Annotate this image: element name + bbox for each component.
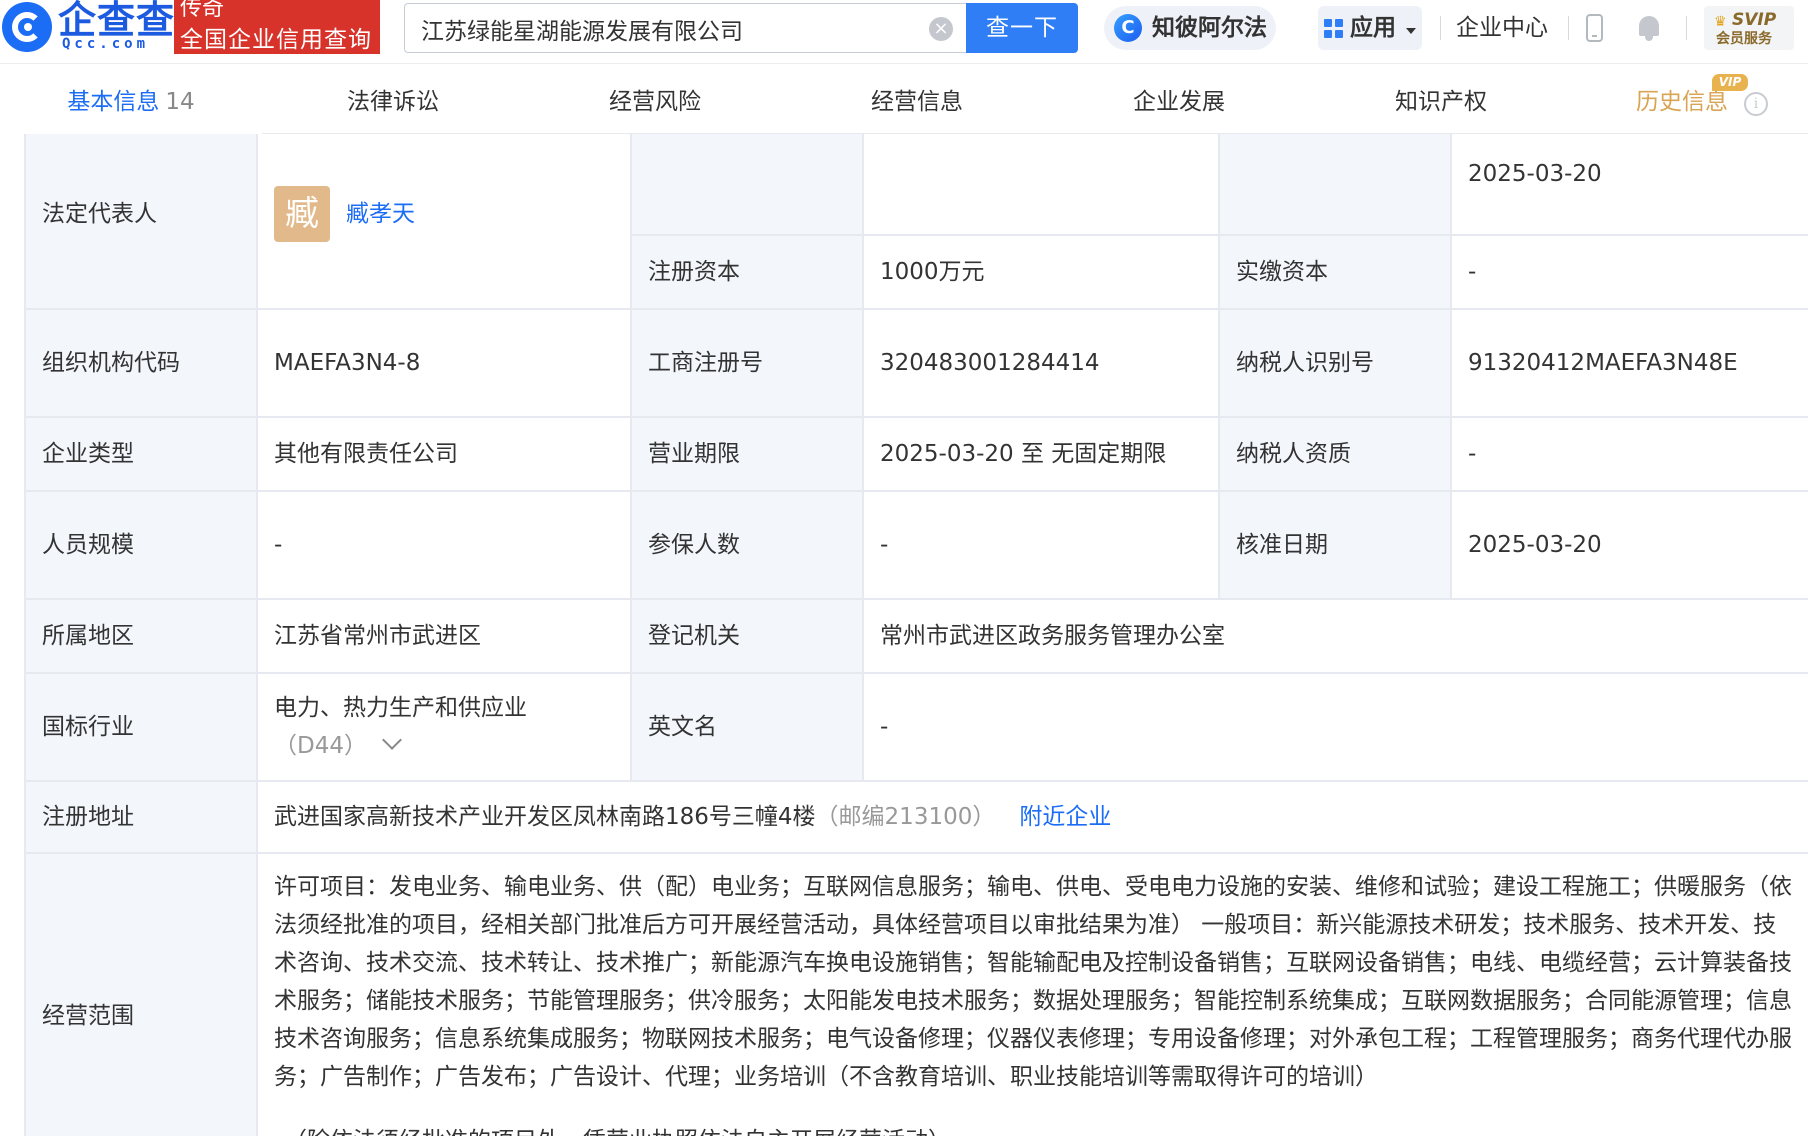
approval-date-value: 2025-03-20	[1450, 490, 1808, 600]
english-name-value: -	[862, 672, 1808, 782]
region-value: 江苏省常州市武进区	[256, 598, 632, 674]
vip-tag: VIP	[1712, 74, 1748, 91]
legal-rep-label: 法定代表人	[24, 134, 258, 310]
nearby-companies-link[interactable]: 附近企业	[1019, 804, 1111, 830]
industry-code: （D44）	[274, 733, 367, 759]
business-scope-cell: 许可项目：发电业务、输电业务、供（配）电业务；互联网信息服务；输电、供电、受电电…	[256, 852, 1808, 1136]
info-icon[interactable]: i	[1744, 92, 1768, 116]
table-row: 所属地区 江苏省常州市武进区 登记机关 常州市武进区政务服务管理办公室	[24, 598, 1808, 674]
tab-legal-litigation[interactable]: 法律诉讼	[262, 70, 524, 134]
crown-icon: ♛	[1714, 14, 1727, 30]
logo-domain: Qcc.com	[62, 36, 150, 52]
svip-title: SVIP	[1732, 10, 1777, 30]
tab-business-risk[interactable]: 经营风险	[524, 70, 786, 134]
english-name-label: 英文名	[630, 672, 864, 782]
hidden-label-cell	[630, 134, 864, 236]
region-label: 所属地区	[24, 598, 258, 674]
tab-label: 基本信息	[67, 89, 160, 115]
hidden-label-cell	[1218, 134, 1452, 236]
search-box: ×	[404, 3, 966, 53]
business-scope-note: （除依法须经批准的项目外，凭营业执照依法自主开展经营活动）	[274, 1122, 1792, 1136]
zhibi-alpha-button[interactable]: C 知彼阿尔法	[1104, 6, 1276, 50]
reg-capital-value: 1000万元	[862, 234, 1220, 310]
tab-count: 14	[165, 89, 195, 115]
chevron-down-icon[interactable]	[382, 730, 402, 750]
business-scope-label: 经营范围	[24, 852, 258, 1136]
business-scope-text: 许可项目：发电业务、输电业务、供（配）电业务；互联网信息服务；输电、供电、受电电…	[274, 874, 1792, 1090]
zhibi-label: 知彼阿尔法	[1152, 15, 1267, 41]
search-input[interactable]	[421, 12, 911, 46]
mobile-phone-icon[interactable]	[1586, 14, 1603, 42]
company-type-value: 其他有限责任公司	[256, 416, 632, 492]
divider	[1686, 16, 1687, 40]
divider	[1568, 16, 1569, 40]
table-row: 经营范围 许可项目：发电业务、输电业务、供（配）电业务；互联网信息服务；输电、供…	[24, 852, 1808, 1136]
biz-term-label: 营业期限	[630, 416, 864, 492]
staff-size-label: 人员规模	[24, 490, 258, 600]
legal-rep-cell: 臧臧孝天	[256, 134, 632, 310]
badge-line1: 传奇	[180, 0, 225, 21]
taxpayer-qual-value: -	[1450, 416, 1808, 492]
postcode: （邮编213100）	[815, 804, 996, 830]
basic-info-table-wrapper: 法定代表人 臧臧孝天 2025-03-20 注册资本 1000万元 实缴资本 -…	[24, 134, 1808, 1136]
taxpayer-id-value: 91320412MAEFA3N48E	[1450, 308, 1808, 418]
grid-icon	[1324, 19, 1344, 39]
reg-authority-label: 登记机关	[630, 598, 864, 674]
basic-info-table: 法定代表人 臧臧孝天 2025-03-20 注册资本 1000万元 实缴资本 -…	[24, 134, 1808, 1136]
notification-bell-icon[interactable]	[1636, 14, 1662, 42]
company-type-label: 企业类型	[24, 416, 258, 492]
insured-count-value: -	[862, 490, 1220, 600]
divider	[1440, 16, 1441, 40]
reg-address-cell: 武进国家高新技术产业开发区凤林南路186号三幢4楼（邮编213100） 附近企业	[256, 780, 1808, 854]
insured-count-label: 参保人数	[630, 490, 864, 600]
badge-line2: 全国企业信用查询	[180, 27, 372, 53]
table-row: 人员规模 - 参保人数 - 核准日期 2025-03-20	[24, 490, 1808, 600]
tab-company-development[interactable]: 企业发展	[1048, 70, 1310, 134]
enterprise-center-link[interactable]: 企业中心	[1456, 10, 1548, 46]
paid-capital-value: -	[1450, 234, 1808, 310]
biz-reg-no-label: 工商注册号	[630, 308, 864, 418]
paid-capital-label: 实缴资本	[1218, 234, 1452, 310]
tab-business-info[interactable]: 经营信息	[786, 70, 1048, 134]
zhibi-logo-icon: C	[1114, 14, 1142, 42]
industry-cell: 电力、热力生产和供应业 （D44）	[256, 672, 632, 782]
legal-rep-avatar[interactable]: 臧	[274, 186, 330, 242]
clear-icon[interactable]: ×	[929, 17, 953, 41]
approval-date-label: 核准日期	[1218, 490, 1452, 600]
reg-capital-label: 注册资本	[630, 234, 864, 310]
svip-subtitle: 会员服务	[1716, 31, 1772, 47]
top-header: 企查查 Qcc.com 传奇 全国企业信用查询 × 查一下 C 知彼阿尔法 应用…	[0, 0, 1808, 64]
reg-address-label: 注册地址	[24, 780, 258, 854]
reg-authority-value: 常州市武进区政务服务管理办公室	[862, 598, 1808, 674]
biz-term-value: 2025-03-20 至 无固定期限	[862, 416, 1220, 492]
taxpayer-qual-label: 纳税人资质	[1218, 416, 1452, 492]
org-code-label: 组织机构代码	[24, 308, 258, 418]
table-row: 组织机构代码 MAEFA3N4-8 工商注册号 320483001284414 …	[24, 308, 1808, 418]
search-button[interactable]: 查一下	[966, 3, 1078, 53]
tab-basic-info[interactable]: 基本信息 14	[0, 70, 262, 134]
table-row: 国标行业 电力、热力生产和供应业 （D44） 英文名 -	[24, 672, 1808, 782]
svip-member-button[interactable]: ♛ SVIP 会员服务	[1704, 6, 1794, 50]
org-code-value: MAEFA3N4-8	[256, 308, 632, 418]
apps-label: 应用	[1350, 15, 1396, 41]
apps-menu-button[interactable]: 应用	[1318, 6, 1422, 50]
staff-size-value: -	[256, 490, 632, 600]
hidden-value-cell	[862, 134, 1220, 236]
legal-rep-name-link[interactable]: 臧孝天	[346, 195, 415, 233]
taxpayer-id-label: 纳税人识别号	[1218, 308, 1452, 418]
reg-address-value: 武进国家高新技术产业开发区凤林南路186号三幢4楼	[274, 804, 816, 830]
table-row: 注册地址 武进国家高新技术产业开发区凤林南路186号三幢4楼（邮编213100）…	[24, 780, 1808, 854]
caret-down-icon	[1406, 28, 1416, 34]
legend-badge[interactable]: 传奇 全国企业信用查询	[174, 0, 380, 54]
industry-value: 电力、热力生产和供应业	[274, 695, 527, 721]
tab-intellectual-property[interactable]: 知识产权	[1310, 70, 1572, 134]
partial-date-value: 2025-03-20	[1450, 134, 1808, 236]
section-tabs: 基本信息 14 法律诉讼 经营风险 经营信息 企业发展 知识产权 历史信息	[0, 70, 1808, 134]
table-row: 企业类型 其他有限责任公司 营业期限 2025-03-20 至 无固定期限 纳税…	[24, 416, 1808, 492]
table-row: 法定代表人 臧臧孝天 2025-03-20	[24, 134, 1808, 310]
qcc-logo-icon[interactable]	[2, 2, 52, 52]
industry-label: 国标行业	[24, 672, 258, 782]
biz-reg-no-value: 320483001284414	[862, 308, 1220, 418]
